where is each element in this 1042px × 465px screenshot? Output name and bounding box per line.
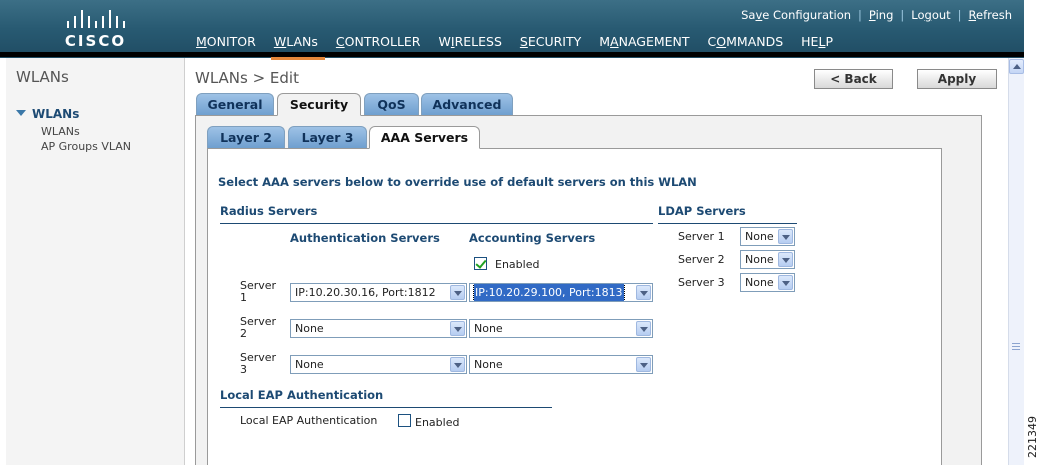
ldap-divider (658, 223, 797, 224)
acct-server2-select[interactable]: None (469, 319, 653, 338)
refresh-link[interactable]: Refresh (969, 8, 1012, 22)
tab-qos[interactable]: QoS (364, 93, 419, 115)
chevron-down-icon (778, 229, 793, 244)
auth-servers-header: Authentication Servers (290, 231, 440, 245)
chevron-down-icon (450, 357, 465, 372)
auth-server1-select[interactable]: IP:10.20.30.16, Port:1812 (290, 283, 467, 302)
back-button[interactable]: < Back (814, 69, 893, 89)
local-eap-enabled-label: Enabled (415, 416, 460, 429)
scroll-up-arrow-icon[interactable] (1009, 59, 1024, 74)
radius-server1-label: Server 1 (240, 279, 277, 304)
radius-servers-title: Radius Servers (220, 204, 318, 218)
ldap-server3-select[interactable]: None (740, 273, 795, 292)
local-eap-title: Local EAP Authentication (220, 388, 384, 402)
ldap-server3-label: Server 3 (678, 276, 725, 289)
radius-divider (220, 223, 653, 224)
cisco-bars-icon (58, 10, 133, 28)
accounting-enabled-label: Enabled (495, 258, 540, 271)
ldap-server1-select[interactable]: None (740, 227, 795, 246)
page-title: WLANs > Edit (195, 69, 299, 87)
ping-link[interactable]: Ping (869, 8, 893, 22)
save-configuration-link[interactable]: Save Configuration (741, 8, 851, 22)
aaa-description: Select AAA servers below to override use… (218, 175, 697, 189)
acct-server1-select[interactable]: IP:10.20.29.100, Port:1813 (469, 283, 653, 302)
accounting-enabled-checkbox[interactable] (474, 257, 487, 270)
chevron-down-icon (636, 321, 651, 336)
scroll-grip-icon (1012, 343, 1020, 351)
chevron-down-icon (450, 285, 465, 300)
figure-id: 221349 (1026, 416, 1039, 459)
nav-item-ap-groups-vlan[interactable]: AP Groups VLAN (41, 140, 131, 153)
nav-item-wlans[interactable]: WLANs (41, 125, 80, 138)
top-links: Save Configuration | Ping | Logout | Ref… (741, 8, 1012, 22)
local-eap-divider (220, 407, 552, 408)
local-eap-enabled-checkbox[interactable] (398, 414, 411, 427)
tab-security[interactable]: Security (277, 93, 361, 116)
ldap-server2-label: Server 2 (678, 253, 725, 266)
tab-general[interactable]: General (196, 93, 274, 115)
radius-server2-label: Server 2 (240, 315, 277, 340)
acct-servers-header: Accounting Servers (469, 231, 596, 245)
cisco-logo: CISCO (58, 10, 133, 50)
subtab-layer2[interactable]: Layer 2 (207, 126, 285, 148)
auth-server3-select[interactable]: None (290, 355, 467, 374)
subtab-layer3[interactable]: Layer 3 (288, 126, 367, 148)
ldap-server2-select[interactable]: None (740, 250, 795, 269)
acct-server3-select[interactable]: None (469, 355, 653, 374)
vertical-scrollbar[interactable] (1008, 58, 1024, 465)
chevron-down-icon (636, 285, 651, 300)
ldap-server1-label: Server 1 (678, 230, 725, 243)
radius-server3-label: Server 3 (240, 351, 277, 376)
apply-button[interactable]: Apply (917, 69, 997, 89)
auth-server2-select[interactable]: None (290, 319, 467, 338)
nav-group-wlans[interactable]: WLANs (16, 107, 79, 121)
tab-advanced[interactable]: Advanced (421, 93, 513, 115)
chevron-down-icon (450, 321, 465, 336)
subtab-aaa-servers[interactable]: AAA Servers (369, 126, 480, 149)
local-eap-label: Local EAP Authentication (240, 414, 378, 427)
left-nav: WLANs WLANs WLANs AP Groups VLAN (6, 58, 185, 465)
chevron-down-icon (778, 275, 793, 290)
top-header: CISCO Save Configuration | Ping | Logout… (0, 0, 1024, 60)
chevron-down-icon (636, 357, 651, 372)
ldap-servers-title: LDAP Servers (658, 204, 746, 218)
leftnav-title: WLANs (16, 68, 69, 86)
expand-triangle-icon (16, 110, 26, 116)
logout-link[interactable]: Logout (911, 8, 950, 22)
header-divider (0, 52, 1024, 57)
brand-name: CISCO (64, 32, 127, 50)
chevron-down-icon (778, 252, 793, 267)
